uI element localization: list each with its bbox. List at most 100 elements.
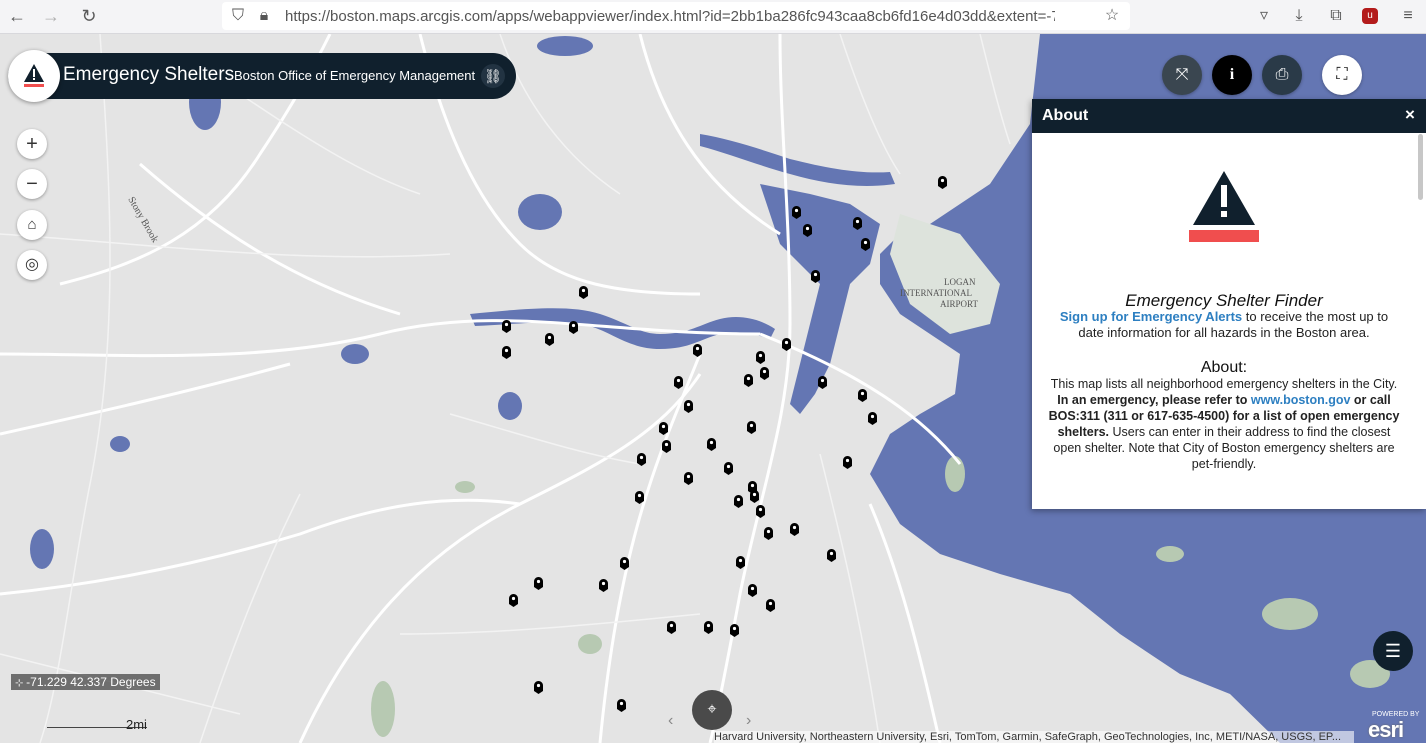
shelter-pin-icon[interactable] [684,400,693,413]
airport-label-3: AIRPORT [940,299,978,309]
shelter-pin-icon[interactable] [579,286,588,299]
shelter-pin-icon[interactable] [782,338,791,351]
close-icon[interactable]: × [1405,105,1415,125]
about-text-1: This map lists all neighborhood emergenc… [1050,377,1398,391]
shelter-pin-icon[interactable] [803,224,812,237]
finder-title: Emergency Shelter Finder [1125,291,1323,310]
shelter-pin-icon[interactable] [637,453,646,466]
info-icon[interactable]: i [1212,55,1252,95]
my-location-button[interactable]: ◎ [17,250,47,280]
about-title: About [1042,107,1089,124]
locate-icon[interactable]: ⌖ [692,690,732,730]
shelter-pin-icon[interactable] [620,557,629,570]
shelter-pin-icon[interactable] [534,577,543,590]
shelter-pin-icon[interactable] [827,549,836,562]
shelter-pin-icon[interactable] [659,422,668,435]
shelter-pin-icon[interactable] [853,217,862,230]
star-icon[interactable]: ☆ [1102,6,1122,26]
shelter-pin-icon[interactable] [599,579,608,592]
shelter-pin-icon[interactable] [748,584,757,597]
home-button[interactable]: ⌂ [17,210,47,240]
shelter-pin-icon[interactable] [724,462,733,475]
shelter-pin-icon[interactable] [861,238,870,251]
shelter-pin-icon[interactable] [730,624,739,637]
shelter-pin-icon[interactable] [792,206,801,219]
chevron-left-icon[interactable]: ‹ [668,712,673,730]
coordinate-text: -71.229 42.337 Degrees [26,675,156,689]
puzzle-icon[interactable]: ⧉ [1326,6,1346,26]
shelter-pin-icon[interactable] [756,351,765,364]
app-title: Emergency Shelters [63,64,235,85]
signup-link[interactable]: Sign up for Emergency Alerts [1060,309,1242,324]
shelter-pin-icon[interactable] [617,699,626,712]
shelter-pin-icon[interactable] [843,456,852,469]
shelter-pin-icon[interactable] [868,412,877,425]
about-heading: About: [1200,359,1248,376]
shelter-pin-icon[interactable] [693,344,702,357]
reload-icon[interactable]: ↻ [76,4,102,28]
forward-icon[interactable]: → [38,4,64,28]
shelter-pin-icon[interactable] [747,421,756,434]
shelter-pin-icon[interactable] [764,527,773,540]
shelter-pin-icon[interactable] [662,440,671,453]
shelter-pin-icon[interactable] [502,346,511,359]
app-header: Emergency Shelters Boston Office of Emer… [8,50,516,102]
shelter-pin-icon[interactable] [545,333,554,346]
back-icon[interactable]: ← [4,4,30,28]
shelter-pin-icon[interactable] [707,438,716,451]
airport-label-2: INTERNATIONAL [900,288,972,298]
shelter-pin-icon[interactable] [811,270,820,283]
shelter-pin-icon[interactable] [534,681,543,694]
shelter-pin-icon[interactable] [509,594,518,607]
warning-icon [1189,171,1259,242]
map-attribution: Harvard University, Northeastern Univers… [714,731,1354,743]
boston-gov-link[interactable]: www.boston.gov [1251,393,1351,407]
pocket-icon[interactable]: ▿ [1254,6,1274,26]
shelter-pin-icon[interactable] [760,367,769,380]
shelter-pin-icon[interactable] [734,495,743,508]
zoom-in-button[interactable]: + [17,129,47,159]
scale-label: 2mi [126,717,147,732]
shelter-pin-icon[interactable] [818,376,827,389]
coordinate-readout: ⊹ -71.229 42.337 Degrees [11,674,160,690]
alert-logo [8,50,60,102]
shelter-pin-icon[interactable] [635,491,644,504]
link-icon[interactable]: ⛓ [481,64,505,88]
about-body: Emergency Shelter Finder Sign up for Eme… [1032,133,1416,509]
download-icon[interactable]: ⤓ [1289,6,1309,26]
shelter-pin-icon[interactable] [756,505,765,518]
shelter-pin-icon[interactable] [750,490,759,503]
legend-list-icon[interactable]: ☰ [1373,631,1413,671]
shelter-pin-icon[interactable] [766,599,775,612]
about-header: About × [1032,99,1426,133]
shelter-pin-icon[interactable] [704,621,713,634]
url-text[interactable]: https://boston.maps.arcgis.com/apps/weba… [285,8,1055,25]
esri-logo[interactable]: esri [1368,717,1404,743]
layers-icon[interactable]: ⤧ [1162,55,1202,95]
shield-icon[interactable]: ⛉ [228,6,248,26]
shelter-pin-icon[interactable] [569,321,578,334]
print-icon[interactable]: ⎙ [1262,55,1302,95]
about-bold-1: In an emergency, please refer to [1057,393,1251,407]
shelter-pin-icon[interactable] [674,376,683,389]
menu-icon[interactable]: ≡ [1398,6,1418,26]
chevron-right-icon[interactable]: › [746,712,751,730]
shelter-pin-icon[interactable] [502,320,511,333]
crosshair-icon: ⊹ [15,678,27,689]
shelter-pin-icon[interactable] [667,621,676,634]
shelter-pin-icon[interactable] [736,556,745,569]
zoom-out-button[interactable]: − [17,169,47,199]
shelter-pin-icon[interactable] [744,374,753,387]
about-panel: About × Emergency Shelter Finder Sign up… [1032,99,1426,509]
about-paragraph: This map lists all neighborhood emergenc… [1032,376,1416,472]
shelter-pin-icon[interactable] [790,523,799,536]
shelter-pin-icon[interactable] [684,472,693,485]
ublock-icon[interactable]: u [1362,8,1378,24]
shelter-pin-icon[interactable] [858,389,867,402]
lock-icon: 🔒︎ [259,7,269,24]
fullscreen-icon[interactable]: ⛶ [1322,55,1362,95]
url-bar[interactable]: ⛉ 🔒︎ https://boston.maps.arcgis.com/apps… [222,2,1130,30]
about-scrollbar[interactable] [1418,134,1423,200]
shelter-pin-icon[interactable] [938,176,947,189]
airport-label-1: LOGAN [944,277,976,287]
